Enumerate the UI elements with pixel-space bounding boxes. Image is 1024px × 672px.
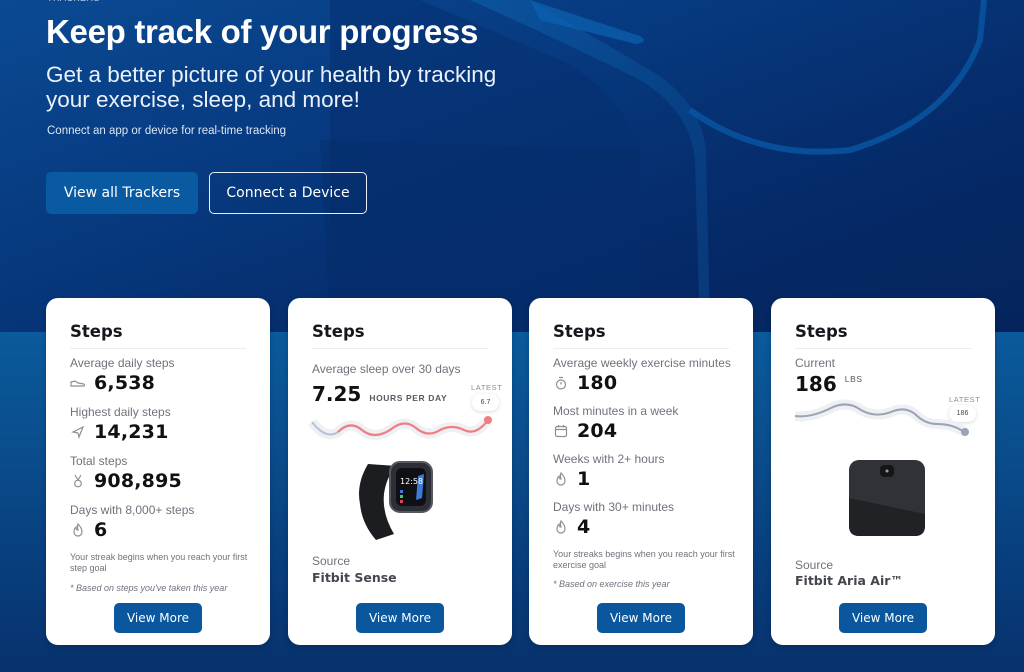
stat-value: 908,895 [94, 470, 182, 492]
weight-sparkline [794, 399, 969, 437]
sleep-unit: HOURS PER DAY [369, 393, 448, 403]
hero-note: Connect an app or device for real-time t… [47, 125, 287, 137]
divider [795, 348, 971, 349]
view-more-button[interactable]: View More [839, 603, 927, 633]
stat-row: 6,538 [70, 372, 155, 394]
flame-icon [73, 522, 83, 537]
footnote: * Based on exercise this year [553, 579, 670, 589]
sleep-value: 7.25 [312, 382, 362, 406]
fitbit-sense-image: 12:58 [359, 461, 433, 540]
divider [312, 348, 488, 349]
hero-eyebrow: TRACKERS [47, 0, 100, 3]
card-title: Steps [70, 322, 123, 341]
stat-label: Total steps [70, 454, 128, 468]
latest-point [961, 428, 969, 436]
source-name: Fitbit Sense [312, 570, 397, 585]
divider [70, 348, 246, 349]
streak-note: Your streak begins when you reach your f… [70, 552, 248, 573]
page-title: Keep track of your progress [46, 13, 479, 50]
exercise-card: Steps Average weekly exercise minutes 18… [529, 298, 753, 645]
sleep-sparkline [308, 416, 492, 440]
latest-value-badge: 6.7 [472, 394, 499, 411]
connect-device-button[interactable]: Connect a Device [209, 172, 367, 214]
stat-label: Highest daily steps [70, 405, 171, 419]
shoe-icon [70, 380, 86, 387]
sleep-card: Steps Average sleep over 30 days 7.25 HO… [288, 298, 512, 645]
weight-value-row: 186 LBS [795, 372, 863, 396]
stat-value: 6,538 [94, 372, 156, 394]
stat-value: 4 [577, 516, 591, 538]
latest-label: LATEST [471, 383, 503, 392]
view-all-trackers-button[interactable]: View all Trackers [46, 172, 198, 214]
steps-card: Steps Average daily steps 6,538 Highest … [46, 298, 270, 645]
footnote: * Based on steps you've taken this year [70, 583, 228, 593]
fitbit-aria-air-image [849, 460, 925, 536]
card-title: Steps [312, 322, 365, 341]
weight-card: Steps Current 186 LBS LATEST 186 Source … [771, 298, 995, 645]
stat-label: Average weekly exercise minutes [553, 356, 731, 370]
stat-label: Average daily steps [70, 356, 175, 370]
sparkline-shadow [794, 399, 968, 437]
hero-subtitle: Get a better picture of your health by t… [46, 62, 497, 112]
medal-icon [74, 474, 82, 488]
card-title: Steps [553, 322, 606, 341]
stat-value: 6 [94, 519, 108, 541]
stat-value: 180 [577, 372, 618, 394]
flame-icon [556, 471, 566, 486]
stat-row: 204 [553, 420, 617, 442]
stat-row: 4 [553, 516, 590, 538]
card-title: Steps [795, 322, 848, 341]
view-more-button[interactable]: View More [597, 603, 685, 633]
source-label: Source [312, 554, 351, 568]
latest-point [484, 416, 492, 424]
stat-value: 1 [577, 468, 591, 490]
source-name: Fitbit Aria Air™ [795, 573, 903, 588]
stat-row: 6 [70, 519, 107, 541]
stat-label: Most minutes in a week [553, 404, 679, 418]
source-label: Source [795, 558, 834, 572]
stat-row: 14,231 [70, 421, 169, 443]
flame-icon [556, 519, 566, 534]
view-more-button[interactable]: View More [114, 603, 202, 633]
stat-value: 204 [577, 420, 618, 442]
weight-value: 186 [795, 372, 837, 396]
stat-label: Current [795, 356, 836, 370]
stat-row: 1 [553, 468, 590, 490]
stat-value: 14,231 [94, 421, 169, 443]
view-more-button[interactable]: View More [356, 603, 444, 633]
calendar-icon [554, 425, 568, 438]
sleep-value-row: 7.25 HOURS PER DAY [312, 382, 447, 406]
stat-row: 908,895 [70, 470, 182, 492]
stat-label: Days with 8,000+ steps [70, 503, 195, 517]
stat-label: Average sleep over 30 days [312, 362, 461, 376]
streak-note: Your streaks begins when you reach your … [553, 549, 735, 570]
weight-unit: LBS [844, 374, 863, 384]
rocket-icon [71, 425, 85, 439]
watch-time: 12:58 [400, 477, 423, 486]
stat-label: Days with 30+ minutes [553, 500, 675, 514]
stopwatch-icon [555, 376, 567, 390]
hero-section: TRACKERS Keep track of your progress Get… [0, 0, 1024, 332]
stat-row: 180 [553, 372, 617, 394]
stat-label: Weeks with 2+ hours [553, 452, 665, 466]
divider [553, 348, 729, 349]
